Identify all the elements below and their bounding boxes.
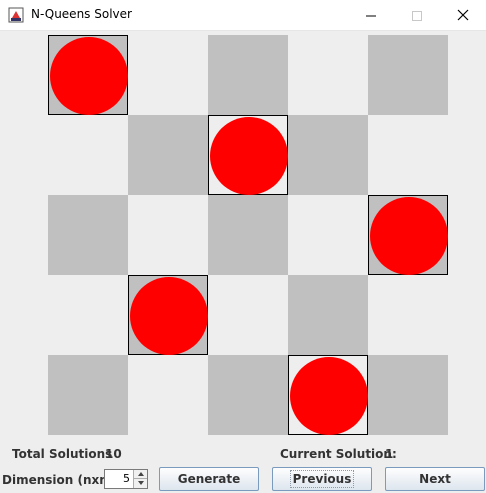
board-cell [208,355,288,435]
board-cell [368,275,448,355]
maximize-icon [412,6,422,25]
dimension-spinner[interactable]: 5 [104,469,148,489]
dimension-label: Dimension (nxn) [2,473,114,487]
next-button-label: Next [419,472,451,486]
board-cell [288,275,368,355]
board-cell [128,195,208,275]
chevron-down-icon [137,480,144,487]
current-solution-label: Current Solution: [280,447,397,461]
minimize-button[interactable] [348,0,394,30]
maximize-button[interactable] [394,0,440,30]
board-cell [128,355,208,435]
total-solutions-label: Total Solutions [12,447,113,461]
queen-piece [210,117,288,195]
board-cell [368,115,448,195]
board-cell [48,275,128,355]
queen-piece [130,277,208,355]
board-cell [288,195,368,275]
minimize-icon [366,6,376,25]
current-solution-value: 1 [385,447,394,461]
close-icon [457,6,469,25]
board-cell [208,275,288,355]
dimension-value[interactable]: 5 [123,472,130,485]
queen-piece [50,37,128,115]
board-cell [288,115,368,195]
board-cell [128,275,208,355]
board-cell [208,115,288,195]
board-cell [368,195,448,275]
queen-piece [370,197,448,275]
chevron-up-icon [137,471,144,478]
board-cell [128,35,208,115]
board-cell [288,35,368,115]
board-cell [368,35,448,115]
board-cell [48,115,128,195]
app-window: N-Queens Solver Total Solutions 10 Curre… [0,0,486,493]
previous-button-label: Previous [289,470,355,488]
total-solutions-value: 10 [105,447,122,461]
java-coffee-icon [8,7,24,23]
board-cell [208,35,288,115]
generate-button-label: Generate [177,472,241,486]
board-cell [208,195,288,275]
board-cell [128,115,208,195]
generate-button[interactable]: Generate [159,467,259,491]
spinner-down-button[interactable] [133,479,147,488]
next-button[interactable]: Next [385,467,485,491]
chess-board [48,35,448,435]
board-cell [48,35,128,115]
board-cell [368,355,448,435]
board-cell [288,355,368,435]
close-button[interactable] [440,0,486,30]
queen-piece [290,357,368,435]
title-bar: N-Queens Solver [0,0,486,31]
spinner-up-button[interactable] [133,470,147,479]
previous-button[interactable]: Previous [272,467,372,491]
board-cell [48,195,128,275]
window-title: N-Queens Solver [31,7,132,21]
board-cell [48,355,128,435]
